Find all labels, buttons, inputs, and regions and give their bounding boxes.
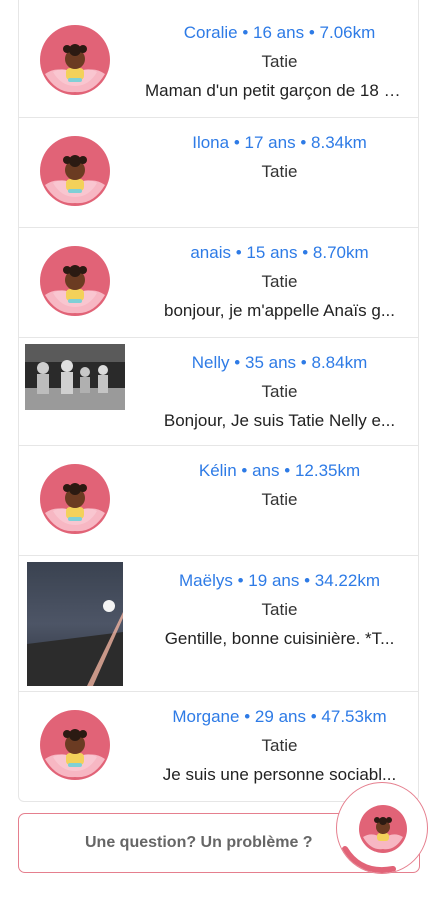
profile-card-anais[interactable]: anais • 15 ans • 8.70km Tatie bonjour, j… [19,228,418,338]
profile-role: Tatie [261,52,298,71]
profile-role: Tatie [261,736,298,755]
profile-card-morgane[interactable]: Morgane • 29 ans • 47.53km Tatie Je suis… [19,692,418,801]
profile-photo-family [25,344,125,410]
profile-title: Coralie • 16 ans • 7.06km [183,23,376,42]
profile-role: Tatie [261,600,298,619]
profile-info: Maëlys • 19 ans • 34.22km Tatie Gentille… [145,570,414,650]
profile-title: Morgane • 29 ans • 47.53km [172,707,387,726]
profile-role: Tatie [261,490,298,509]
profile-description: Maman d'un petit garçon de 18 mois, je m… [145,81,414,100]
profile-role: Tatie [261,382,298,401]
profile-description: bonjour, je m'appelle Anaïs g... [163,301,395,320]
profile-info: Kélin • ans • 12.35km Tatie [145,460,414,511]
profile-info: anais • 15 ans • 8.70km Tatie bonjour, j… [145,242,414,322]
default-avatar-icon [40,136,110,206]
profile-card-nelly[interactable]: Nelly • 35 ans • 8.84km Tatie Bonjour, J… [19,338,418,446]
profile-card-kelin[interactable]: Kélin • ans • 12.35km Tatie [19,446,418,556]
profile-title: Maëlys • 19 ans • 34.22km [179,571,380,590]
profile-description: Gentille, bonne cuisinière. *T... [164,629,395,648]
profile-photo-sky [27,562,123,686]
profile-info: Morgane • 29 ans • 47.53km Tatie Je suis… [145,706,414,786]
profile-role: Tatie [261,162,298,181]
help-fab[interactable] [336,782,428,874]
profile-title: Nelly • 35 ans • 8.84km [191,353,368,372]
mascot-icon [342,805,407,873]
help-label: Une question? Un problème ? [85,834,313,851]
profile-title: anais • 15 ans • 8.70km [190,243,369,262]
profile-card-ilona[interactable]: Ilona • 17 ans • 8.34km Tatie [19,118,418,228]
default-avatar-icon [40,710,110,780]
profile-title: Kélin • ans • 12.35km [198,461,361,480]
profile-card-maelys[interactable]: Maëlys • 19 ans • 34.22km Tatie Gentille… [19,556,418,692]
profile-title: Ilona • 17 ans • 8.34km [192,133,367,152]
profile-info: Coralie • 16 ans • 7.06km Tatie Maman d'… [145,22,414,102]
profile-list: Coralie • 16 ans • 7.06km Tatie Maman d'… [18,0,419,802]
default-avatar-icon [40,25,110,95]
profile-role: Tatie [261,272,298,291]
profile-description: Bonjour, Je suis Tatie Nelly e... [163,411,396,430]
profile-card-coralie[interactable]: Coralie • 16 ans • 7.06km Tatie Maman d'… [19,0,418,118]
default-avatar-icon [40,246,110,316]
profile-info: Nelly • 35 ans • 8.84km Tatie Bonjour, J… [145,352,414,432]
profile-info: Ilona • 17 ans • 8.34km Tatie [145,132,414,183]
default-avatar-icon [40,464,110,534]
